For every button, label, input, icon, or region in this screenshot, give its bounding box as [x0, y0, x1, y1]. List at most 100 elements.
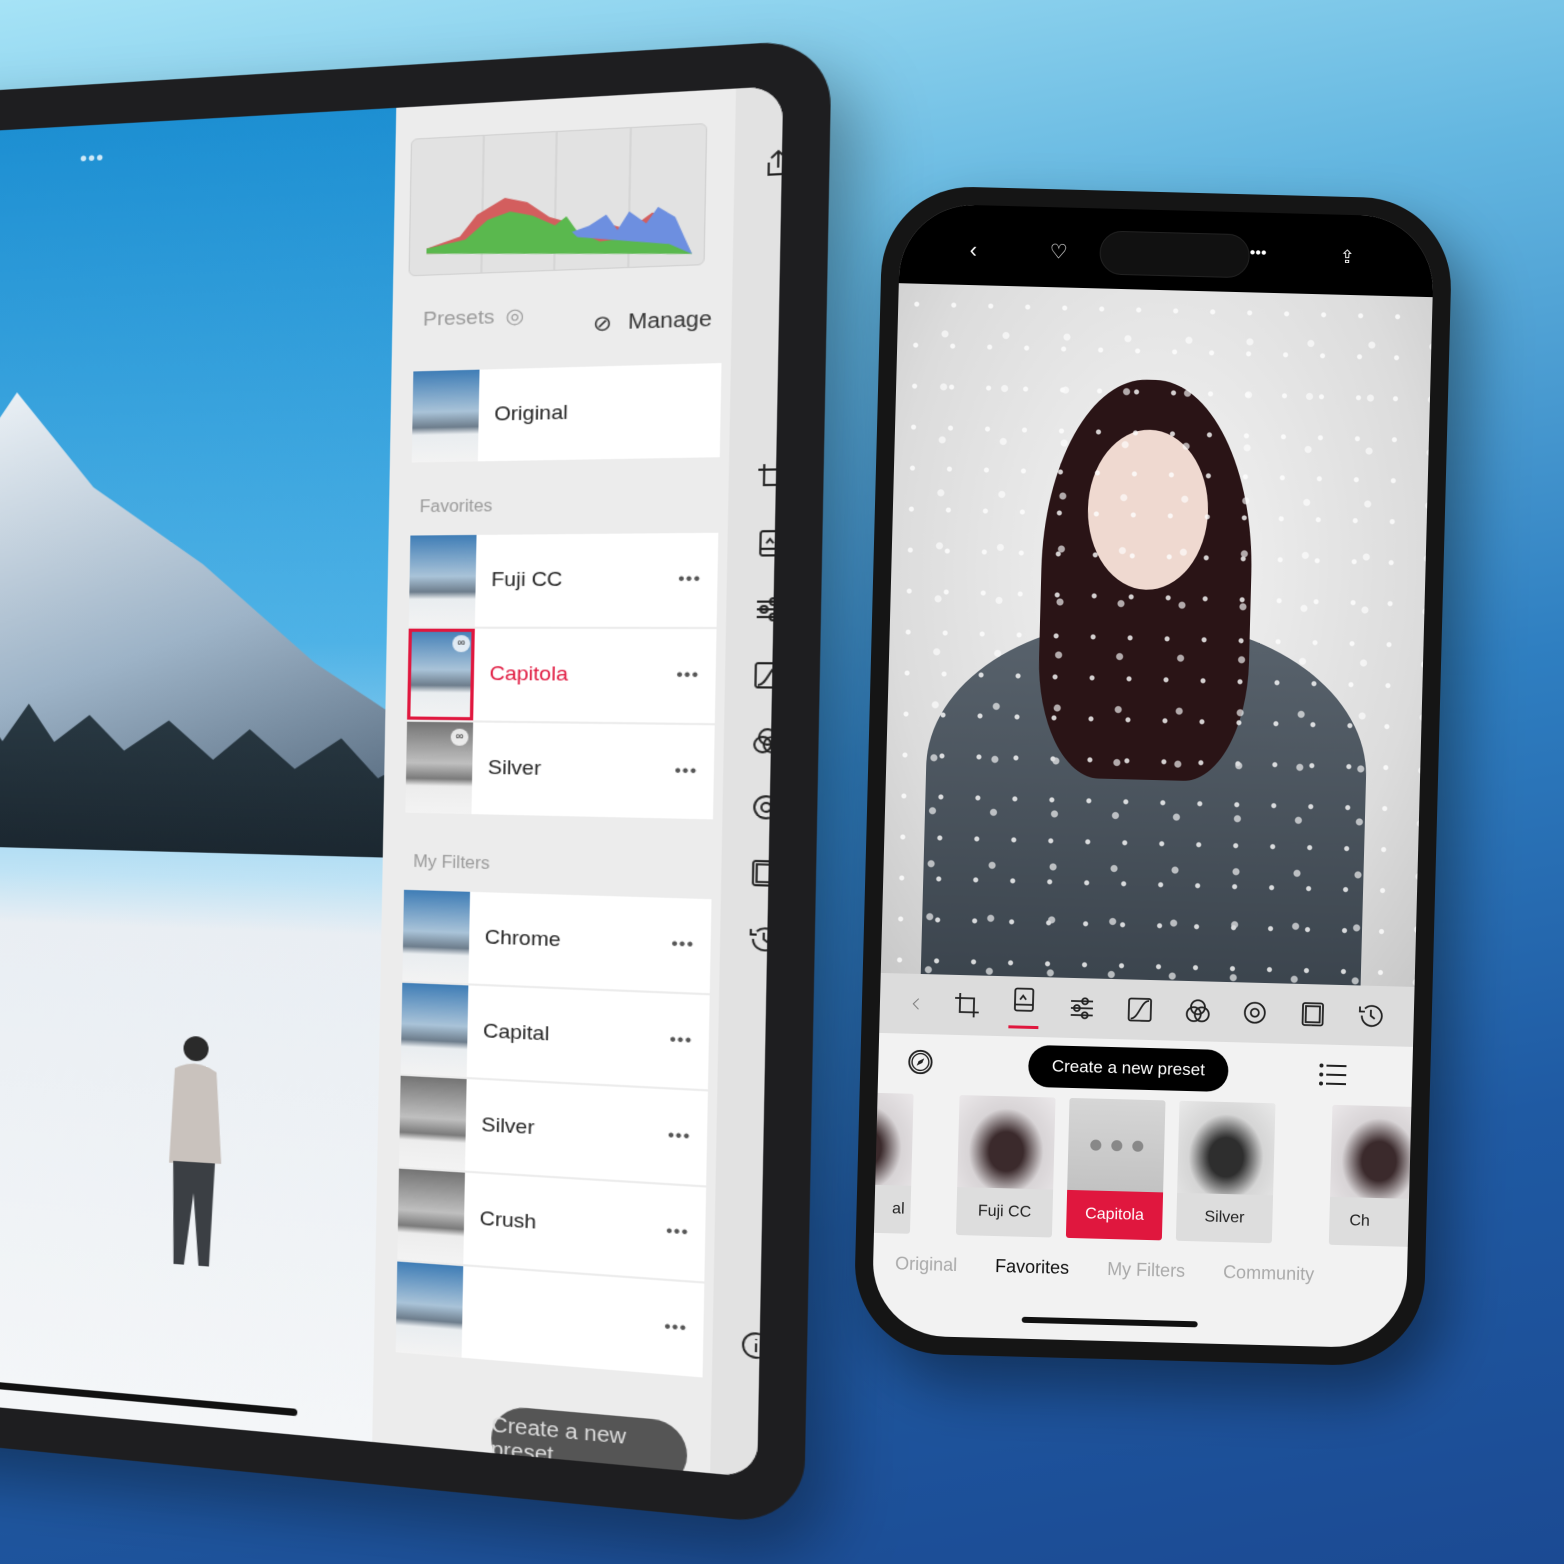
more-icon[interactable]: •••	[674, 762, 697, 782]
photo-canvas[interactable]	[881, 283, 1433, 987]
create-preset-button[interactable]: Create a new preset	[1028, 1045, 1229, 1092]
preset-thumbnail: ∞	[405, 722, 473, 814]
filter-item[interactable]: Silver •••	[399, 1076, 708, 1186]
preset-original[interactable]: Original	[412, 363, 722, 462]
thumb-label: Silver	[1176, 1193, 1273, 1243]
filter-name: Capital	[483, 1020, 670, 1052]
preset-item-selected[interactable]: ∞ Capitola •••	[407, 629, 716, 724]
preset-name: Capitola	[489, 663, 676, 688]
selective-color-icon[interactable]	[748, 791, 783, 825]
share-icon[interactable]	[760, 146, 783, 181]
filter-name: Crush	[479, 1208, 666, 1244]
back-icon[interactable]: ‹	[969, 237, 977, 263]
thumb-label: Fuji CC	[956, 1187, 1053, 1237]
chevron-left-icon[interactable]	[907, 989, 924, 1019]
more-icon[interactable]: •••	[678, 570, 701, 590]
frame-icon[interactable]	[1298, 999, 1329, 1030]
selective-color-icon[interactable]	[1240, 997, 1271, 1028]
preset-name: Original	[494, 398, 721, 427]
curve-icon[interactable]	[751, 659, 784, 692]
tab-favorites[interactable]: Favorites	[995, 1256, 1070, 1279]
color-mixer-icon[interactable]	[749, 725, 783, 758]
compass-icon[interactable]	[906, 1048, 935, 1077]
frame-icon[interactable]	[747, 856, 783, 890]
mountain	[0, 382, 413, 784]
history-icon[interactable]	[746, 922, 782, 956]
filter-name: Silver	[481, 1114, 668, 1148]
share-icon[interactable]: ⇪	[1339, 247, 1355, 268]
preset-thumb[interactable]: Fuji CC	[956, 1095, 1056, 1237]
photo-canvas[interactable]: •••	[0, 107, 418, 1444]
target-icon[interactable]: ◎	[505, 304, 524, 329]
preset-carousel: al Fuji CC Capitola Silver Ch	[874, 1093, 1412, 1257]
tab-community[interactable]: Community	[1223, 1262, 1315, 1285]
iphone-screen: ‹ ♡ ••• ⇪ Create a new preset al Fuji CC…	[871, 203, 1434, 1349]
preset-thumb[interactable]: Ch	[1329, 1105, 1429, 1247]
preset-name: Fuji CC	[491, 568, 678, 592]
compass-icon: ⊘	[593, 310, 613, 338]
tab-original[interactable]: Original	[895, 1253, 958, 1276]
more-icon[interactable]: •••	[676, 666, 699, 686]
snowflakes	[881, 283, 1433, 987]
top-bar: ‹ ♡ ••• ⇪	[899, 203, 1435, 297]
preset-thumbnail	[412, 370, 480, 463]
presets-header: Presets ◎	[423, 304, 524, 332]
link-icon: ∞	[451, 729, 469, 746]
preset-thumb[interactable]: al	[871, 1091, 913, 1233]
curve-icon[interactable]	[1124, 994, 1155, 1025]
thumb-image	[1177, 1101, 1275, 1195]
filter-item[interactable]: Capital •••	[401, 983, 710, 1090]
my-filters-header: My Filters	[413, 853, 490, 874]
thumb-label: al	[871, 1183, 911, 1233]
color-mixer-icon[interactable]	[1182, 996, 1213, 1027]
filter-item[interactable]: Chrome •••	[402, 890, 711, 993]
dynamic-island	[1099, 230, 1250, 278]
more-icon[interactable]: •••	[671, 935, 694, 955]
create-preset-button[interactable]: Create a new preset	[491, 1405, 688, 1478]
presets-tool[interactable]	[1009, 984, 1040, 1029]
more-icon[interactable]: •••	[669, 1031, 692, 1052]
presets-icon[interactable]	[753, 527, 783, 560]
history-icon[interactable]	[1355, 1000, 1386, 1031]
more-icon[interactable]: •••	[664, 1318, 687, 1339]
sliders-icon[interactable]	[752, 593, 783, 626]
preset-name: Silver	[488, 757, 675, 784]
more-icon[interactable]: •••	[666, 1222, 689, 1243]
filter-item[interactable]: •••	[396, 1261, 705, 1377]
filter-thumbnail	[396, 1261, 464, 1357]
histogram	[408, 123, 707, 276]
link-icon: ∞	[452, 635, 470, 652]
filter-name: Chrome	[485, 926, 672, 956]
preset-item[interactable]: Fuji CC •••	[409, 533, 719, 627]
home-indicator	[1022, 1317, 1198, 1328]
crop-icon[interactable]	[951, 990, 982, 1021]
preset-tabs: Original Favorites My Filters Community	[873, 1253, 1407, 1288]
filter-thumbnail	[401, 983, 469, 1077]
thumb-label: Capitola	[1066, 1190, 1163, 1240]
preset-thumb[interactable]: Silver	[1176, 1101, 1276, 1243]
more-icon[interactable]: •••	[668, 1126, 691, 1147]
list-icon[interactable]	[1318, 1062, 1347, 1087]
preset-thumb-selected[interactable]: Capitola	[1066, 1098, 1166, 1240]
heart-icon[interactable]: ♡	[1049, 239, 1068, 264]
info-icon[interactable]	[738, 1328, 774, 1364]
filter-thumbnail	[397, 1169, 465, 1265]
manage-label: Manage	[628, 308, 712, 336]
filter-name	[478, 1313, 664, 1327]
iphone-device: ‹ ♡ ••• ⇪ Create a new preset al Fuji CC…	[853, 185, 1453, 1368]
manage-button[interactable]: ⊘ Manage	[593, 306, 712, 337]
preset-thumbnail	[409, 535, 477, 627]
presets-label: Presets	[423, 306, 495, 332]
presets-panel: Presets ◎ ⊘ Manage Original Favorites Fuji…	[372, 89, 736, 1474]
preset-item[interactable]: ∞ Silver •••	[405, 722, 714, 820]
tab-my-filters[interactable]: My Filters	[1107, 1259, 1186, 1282]
presets-icon	[1009, 984, 1040, 1015]
thumb-label: Ch	[1329, 1197, 1426, 1247]
crop-icon[interactable]	[754, 460, 783, 494]
filter-thumbnail	[399, 1076, 467, 1171]
photo-menu[interactable]: •••	[80, 147, 105, 172]
thumb-image	[957, 1095, 1055, 1189]
more-icon[interactable]: •••	[1249, 244, 1266, 262]
hiker	[152, 1026, 230, 1319]
sliders-icon[interactable]	[1067, 993, 1098, 1024]
